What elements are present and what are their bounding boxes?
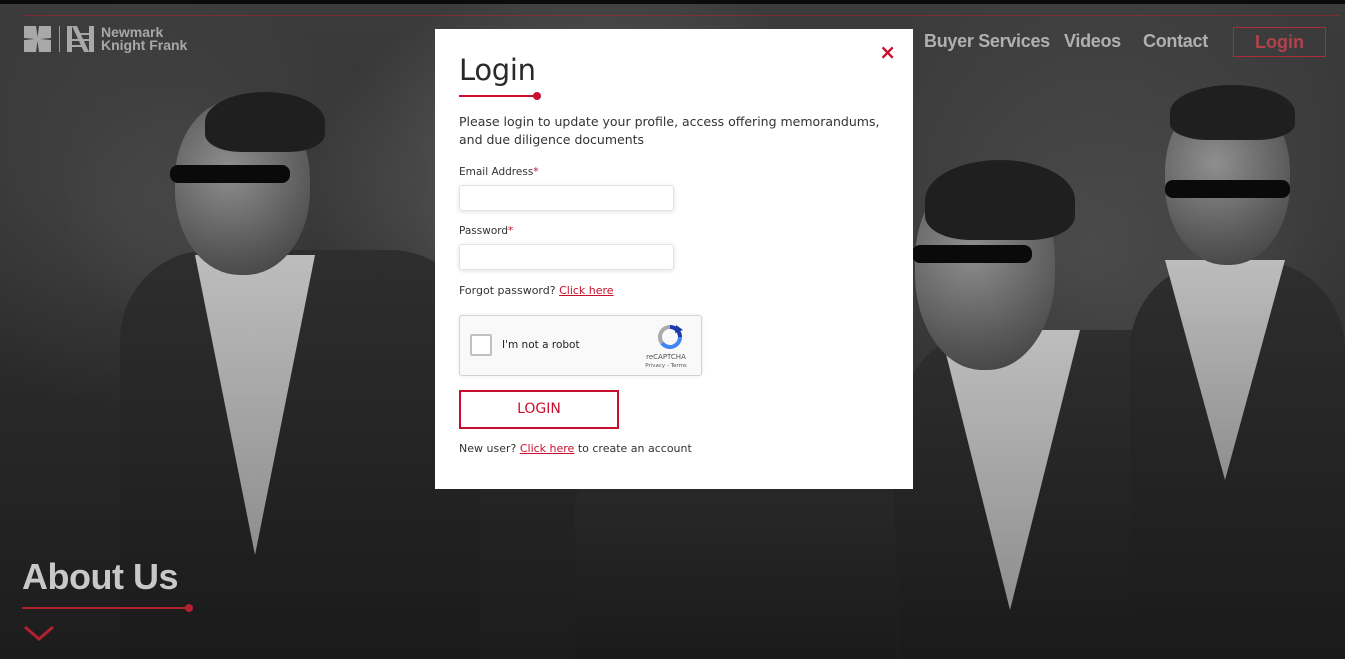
recaptcha-terms[interactable]: Privacy - Terms <box>636 363 696 369</box>
email-label: Email Address* <box>459 166 539 178</box>
modal-intro-text: Please login to update your profile, acc… <box>459 114 880 147</box>
password-label-text: Password <box>459 225 509 237</box>
email-label-text: Email Address <box>459 166 534 178</box>
header-login-button[interactable]: Login <box>1233 27 1326 57</box>
login-modal: × Login Please login to update your prof… <box>435 29 913 489</box>
recaptcha-label: I'm not a robot <box>502 339 580 351</box>
nav-videos[interactable]: Videos <box>1064 31 1121 52</box>
recaptcha-widget: I'm not a robot reCAPTCHA Privacy - Term… <box>459 315 702 376</box>
password-label: Password* <box>459 225 513 237</box>
nav-contact[interactable]: Contact <box>1143 31 1208 52</box>
new-user-text: New user? Click here to create an accoun… <box>459 442 692 455</box>
modal-title-underline <box>459 95 537 97</box>
hero-title: About Us <box>22 556 178 597</box>
password-field[interactable] <box>459 244 674 270</box>
required-marker: * <box>508 225 514 237</box>
create-account-link[interactable]: Click here <box>520 442 575 455</box>
forgot-password-link[interactable]: Click here <box>559 284 614 297</box>
logo-n-icon <box>67 26 94 52</box>
new-user-suffix: to create an account <box>577 442 692 455</box>
header-divider <box>24 15 1340 16</box>
logo-mark-icon <box>24 26 51 52</box>
close-icon[interactable]: × <box>879 42 896 62</box>
required-marker: * <box>533 166 539 178</box>
chevron-down-icon[interactable] <box>23 624 55 646</box>
forgot-password-text: Forgot password? <box>459 284 556 297</box>
modal-title: Login <box>459 53 536 87</box>
brand-logo[interactable]: Newmark Knight Frank <box>24 25 188 53</box>
forgot-password: Forgot password? Click here <box>459 284 614 297</box>
recaptcha-icon <box>656 324 684 350</box>
top-strip <box>0 0 1345 4</box>
page: Newmark Knight Frank Buyer Services Vide… <box>0 0 1345 659</box>
recaptcha-brand: reCAPTCHA <box>646 353 686 361</box>
login-button[interactable]: LOGIN <box>459 390 619 429</box>
recaptcha-checkbox[interactable] <box>470 334 492 356</box>
email-field[interactable] <box>459 185 674 211</box>
hero-underline <box>22 607 188 609</box>
logo-text: Newmark Knight Frank <box>101 25 188 53</box>
logo-line-2: Knight Frank <box>101 37 188 53</box>
logo-separator <box>59 26 60 52</box>
nav-buyer-services[interactable]: Buyer Services <box>924 31 1050 52</box>
new-user-prefix: New user? <box>459 442 517 455</box>
hero-underline-dot <box>185 604 193 612</box>
modal-title-underline-dot <box>533 92 541 100</box>
